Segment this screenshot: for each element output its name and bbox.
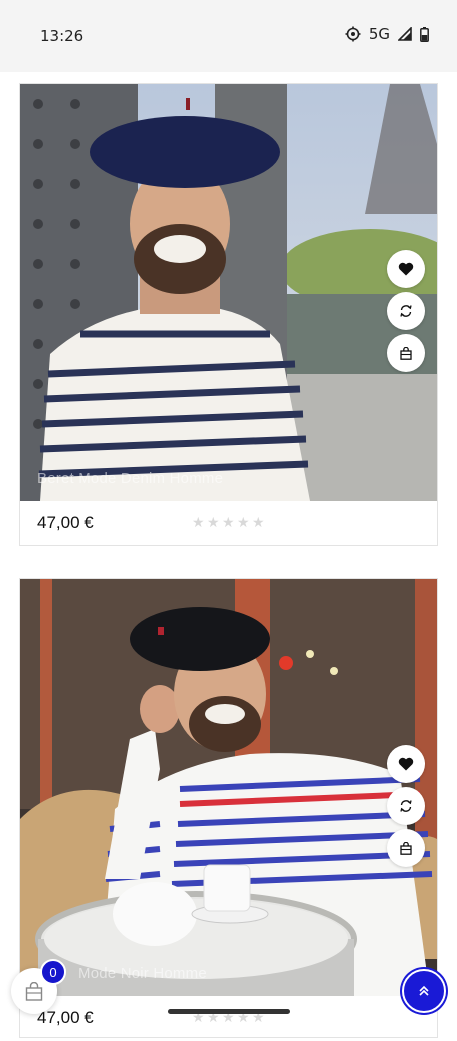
price-row: 47,00 € ★ ★ ★ ★ ★ bbox=[20, 502, 437, 546]
price-row: 47,00 € ★ ★ ★ ★ ★ bbox=[20, 997, 437, 1041]
star-empty-icon: ★ bbox=[222, 514, 235, 530]
gesture-navigation-bar[interactable] bbox=[168, 1009, 290, 1014]
scroll-to-top-button[interactable] bbox=[402, 969, 446, 1013]
location-target-icon bbox=[345, 26, 361, 42]
status-icons: 5G bbox=[345, 25, 429, 43]
refresh-compare-icon bbox=[400, 305, 412, 317]
network-label: 5G bbox=[368, 25, 390, 43]
star-empty-icon: ★ bbox=[192, 514, 205, 530]
star-empty-icon: ★ bbox=[207, 514, 220, 530]
signal-icon bbox=[398, 27, 412, 41]
status-time: 13:26 bbox=[40, 27, 84, 45]
product-title[interactable]: Mode Noir Homme bbox=[78, 965, 207, 982]
status-bar: 13:26 5G bbox=[0, 0, 457, 72]
rating-stars: ★ ★ ★ ★ ★ bbox=[192, 515, 266, 529]
wishlist-button[interactable] bbox=[387, 250, 425, 288]
shopping-bag-icon bbox=[25, 981, 43, 1001]
star-empty-icon: ★ bbox=[252, 514, 265, 530]
star-empty-icon: ★ bbox=[237, 514, 250, 530]
compare-button[interactable] bbox=[387, 787, 425, 825]
product-photo[interactable] bbox=[20, 579, 437, 996]
product-price: 47,00 € bbox=[37, 1008, 94, 1027]
shopping-bag-icon bbox=[400, 346, 412, 360]
refresh-compare-icon bbox=[400, 800, 412, 812]
product-card[interactable]: Beret Mode Denim Homme 47,00 € ★ ★ ★ ★ ★ bbox=[19, 83, 438, 546]
product-photo[interactable] bbox=[20, 84, 437, 501]
wishlist-button[interactable] bbox=[387, 745, 425, 783]
cart-count-badge: 0 bbox=[40, 959, 66, 985]
shopping-bag-icon bbox=[400, 841, 412, 855]
battery-icon bbox=[420, 26, 429, 42]
product-title[interactable]: Beret Mode Denim Homme bbox=[37, 470, 223, 487]
add-to-cart-button[interactable] bbox=[387, 334, 425, 372]
heart-icon bbox=[398, 757, 414, 771]
heart-icon bbox=[398, 262, 414, 276]
product-card[interactable]: Mode Noir Homme 47,00 € ★ ★ ★ ★ ★ bbox=[19, 578, 438, 1038]
add-to-cart-button[interactable] bbox=[387, 829, 425, 867]
double-chevron-up-icon bbox=[419, 985, 429, 996]
product-price: 47,00 € bbox=[37, 513, 94, 532]
compare-button[interactable] bbox=[387, 292, 425, 330]
